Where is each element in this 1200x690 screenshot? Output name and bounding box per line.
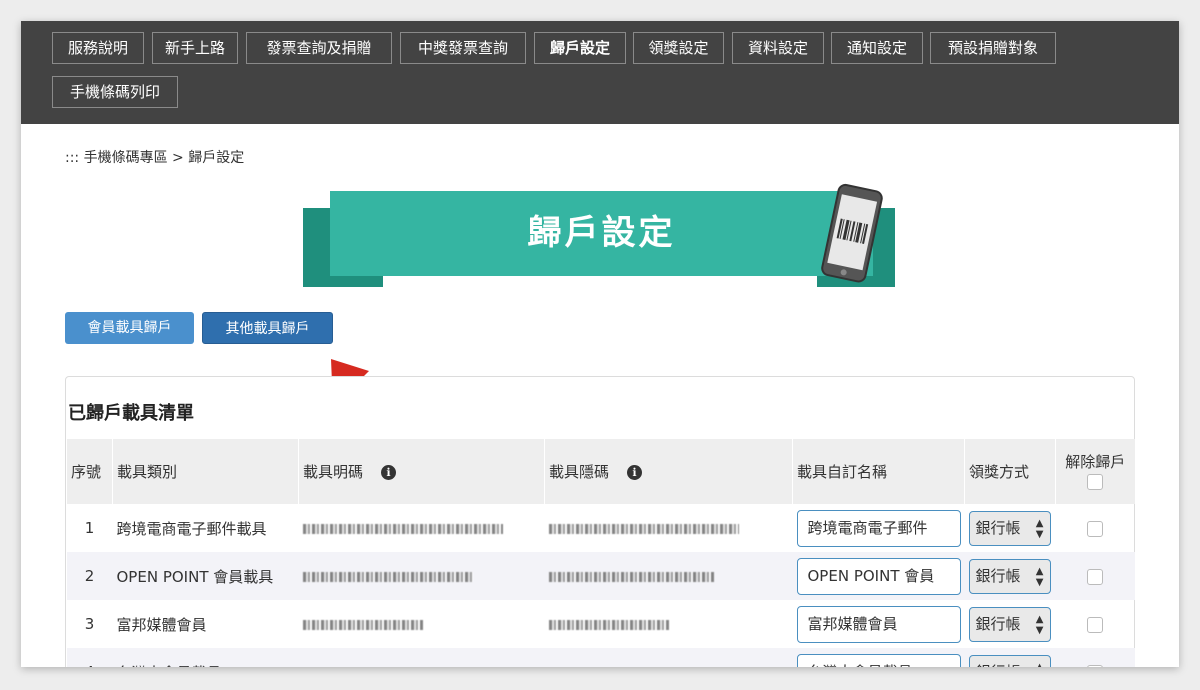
row-prize-method-cell: 銀行帳 ▲▼ <box>964 552 1056 600</box>
breadcrumb: ::: 手機條碼專區 > 歸戶設定 <box>65 150 245 166</box>
row-prize-method-cell: 銀行帳 ▲▼ <box>965 600 1056 648</box>
row-remove-cell <box>1056 600 1135 648</box>
table-row: 4 台灣大會員載具 台灣大會員載具 銀行帳 ▲▼ <box>66 648 1135 668</box>
row-visible-code <box>298 552 545 600</box>
row-custom-name-cell: OPEN POINT 會員 <box>792 552 965 600</box>
header-remove: 解除歸戶 <box>1055 439 1135 504</box>
table-row: 2 OPEN POINT 會員載具 OPEN POINT 會員 銀行帳 ▲ ▼ <box>66 552 1135 600</box>
updown-chevron-icon: ▲▼ <box>1035 661 1044 668</box>
select-all-checkbox[interactable] <box>1087 474 1104 490</box>
member-carrier-button[interactable]: 會員載具歸戶 <box>65 312 194 344</box>
nav-item-data-settings[interactable]: 資料設定 <box>732 32 824 64</box>
remove-checkbox[interactable] <box>1087 616 1103 633</box>
header-visible-code-label: 載具明碼 <box>303 463 364 481</box>
row-visible-code <box>299 600 545 648</box>
nav-item-notification-settings[interactable]: 通知設定 <box>831 32 923 64</box>
nav-item-default-donation[interactable]: 預設捐贈對象 <box>930 32 1056 64</box>
panel-title: 已歸戶載具清單 <box>68 403 194 424</box>
row-seq: 3 <box>84 615 95 633</box>
header-type: 載具類別 <box>112 439 299 504</box>
prize-method-select[interactable]: 銀行帳 ▲▼ <box>968 606 1051 642</box>
masked-code <box>548 523 739 534</box>
header-seq: 序號 <box>66 439 113 504</box>
header-prize-method: 領獎方式 <box>964 439 1056 504</box>
row-hidden-code <box>544 648 793 667</box>
table-row: 1 跨境電商電子郵件載具 跨境電商電子郵件 銀行帳 ▲ ▼ <box>67 504 1135 552</box>
row-custom-name-cell: 台灣大會員載具 <box>792 648 965 667</box>
prize-method-select[interactable]: 銀行帳 ▲▼ <box>968 510 1051 546</box>
row-remove-cell <box>1055 552 1135 600</box>
row-type: 富邦媒體會員 <box>116 615 207 634</box>
nav-item-winning-query[interactable]: 中獎發票查詢 <box>400 32 526 64</box>
remove-checkbox[interactable] <box>1087 664 1103 667</box>
remove-checkbox[interactable] <box>1087 520 1103 537</box>
row-custom-name-cell: 跨境電商電子郵件 <box>793 504 965 552</box>
header-visible-code: 載具明碼 ℹ <box>298 439 545 504</box>
table-header-row: 序號 載具類別 載具明碼 ℹ 載具隱碼 ℹ 載具自訂名稱 領獎方式 解除歸戶 <box>66 439 1135 504</box>
row-custom-name-cell: 富邦媒體會員 <box>793 600 965 648</box>
info-icon[interactable]: ℹ <box>381 465 397 480</box>
carrier-table: 序號 載具類別 載具明碼 ℹ 載具隱碼 ℹ 載具自訂名稱 領獎方式 解除歸戶 1 跨… <box>66 439 1135 667</box>
row-seq: 4 <box>66 648 113 667</box>
prize-method-value: 銀行帳 <box>976 656 1024 668</box>
nav-item-service[interactable]: 服務說明 <box>52 32 144 64</box>
header-remove-label: 解除歸戶 <box>1065 452 1126 471</box>
prize-method-value: 銀行帳 <box>975 518 1021 537</box>
custom-name-input[interactable]: 台灣大會員載具 <box>796 653 961 667</box>
header-custom-name: 載具自訂名稱 <box>792 439 965 504</box>
updown-chevron-icon: ▲▼ <box>1035 565 1044 588</box>
app-window: 服務說明 新手上路 發票查詢及捐贈 中獎發票查詢 歸戶設定 領獎設定 資料設定 … <box>21 21 1179 667</box>
masked-code <box>302 523 503 534</box>
row-hidden-code <box>545 600 793 648</box>
updown-chevron-icon: ▲▼ <box>1035 517 1044 540</box>
nav-item-prize-settings[interactable]: 領獎設定 <box>633 32 724 64</box>
row-type: OPEN POINT 會員載具 <box>112 552 299 600</box>
row-visible-code <box>298 648 545 667</box>
nav-item-barcode-print[interactable]: 手機條碼列印 <box>52 76 178 108</box>
custom-name-input[interactable]: OPEN POINT 會員 <box>796 557 961 595</box>
page-title: 歸戶設定 <box>527 213 676 253</box>
masked-code <box>548 571 714 582</box>
masked-code <box>302 571 473 582</box>
other-carrier-button[interactable]: 其他載具歸戶 <box>202 312 333 344</box>
row-type: 跨境電商電子郵件載具 <box>116 519 267 538</box>
row-seq: 1 <box>84 519 95 537</box>
carrier-list-panel: 已歸戶載具清單 序號 載具類別 載具明碼 ℹ 載具隱碼 ℹ 載具自訂名稱 領獎方式 … <box>65 376 1135 667</box>
nav-item-beginner[interactable]: 新手上路 <box>152 32 238 64</box>
table-row: 3 富邦媒體會員 富邦媒體會員 銀行帳 ▲ ▼ <box>67 600 1135 648</box>
page-title-banner: 歸戶設定 <box>330 191 873 276</box>
row-remove-cell <box>1056 504 1135 552</box>
updown-chevron-icon: ▲▼ <box>1035 613 1044 636</box>
row-seq: 2 <box>66 552 113 600</box>
prize-method-value: 銀行帳 <box>975 614 1021 633</box>
top-navigation: 服務說明 新手上路 發票查詢及捐贈 中獎發票查詢 歸戶設定 領獎設定 資料設定 … <box>21 21 1179 124</box>
row-hidden-code <box>544 552 793 600</box>
nav-item-carrier-settings[interactable]: 歸戶設定 <box>534 32 626 64</box>
row-type: 台灣大會員載具 <box>112 648 299 667</box>
row-visible-code <box>299 504 545 552</box>
prize-method-select[interactable]: 銀行帳 ▲▼ <box>968 558 1051 594</box>
header-hidden-code-label: 載具隱碼 <box>549 463 610 481</box>
row-hidden-code <box>545 504 793 552</box>
info-icon[interactable]: ℹ <box>627 465 643 480</box>
remove-checkbox[interactable] <box>1087 568 1103 585</box>
header-hidden-code: 載具隱碼 ℹ <box>544 439 793 504</box>
masked-code <box>302 619 423 630</box>
custom-name-input[interactable]: 富邦媒體會員 <box>796 605 961 643</box>
custom-name-input[interactable]: 跨境電商電子郵件 <box>796 509 961 547</box>
masked-code <box>548 619 669 630</box>
row-prize-method-cell: 銀行帳 ▲▼ <box>964 648 1056 668</box>
prize-method-value: 銀行帳 <box>975 566 1021 585</box>
prize-method-select[interactable]: 銀行帳 ▲▼ <box>968 654 1051 668</box>
row-prize-method-cell: 銀行帳 ▲▼ <box>965 504 1056 552</box>
phone-barcode-icon <box>821 183 883 283</box>
row-remove-cell <box>1055 648 1135 667</box>
nav-item-invoice-query[interactable]: 發票查詢及捐贈 <box>246 32 392 64</box>
